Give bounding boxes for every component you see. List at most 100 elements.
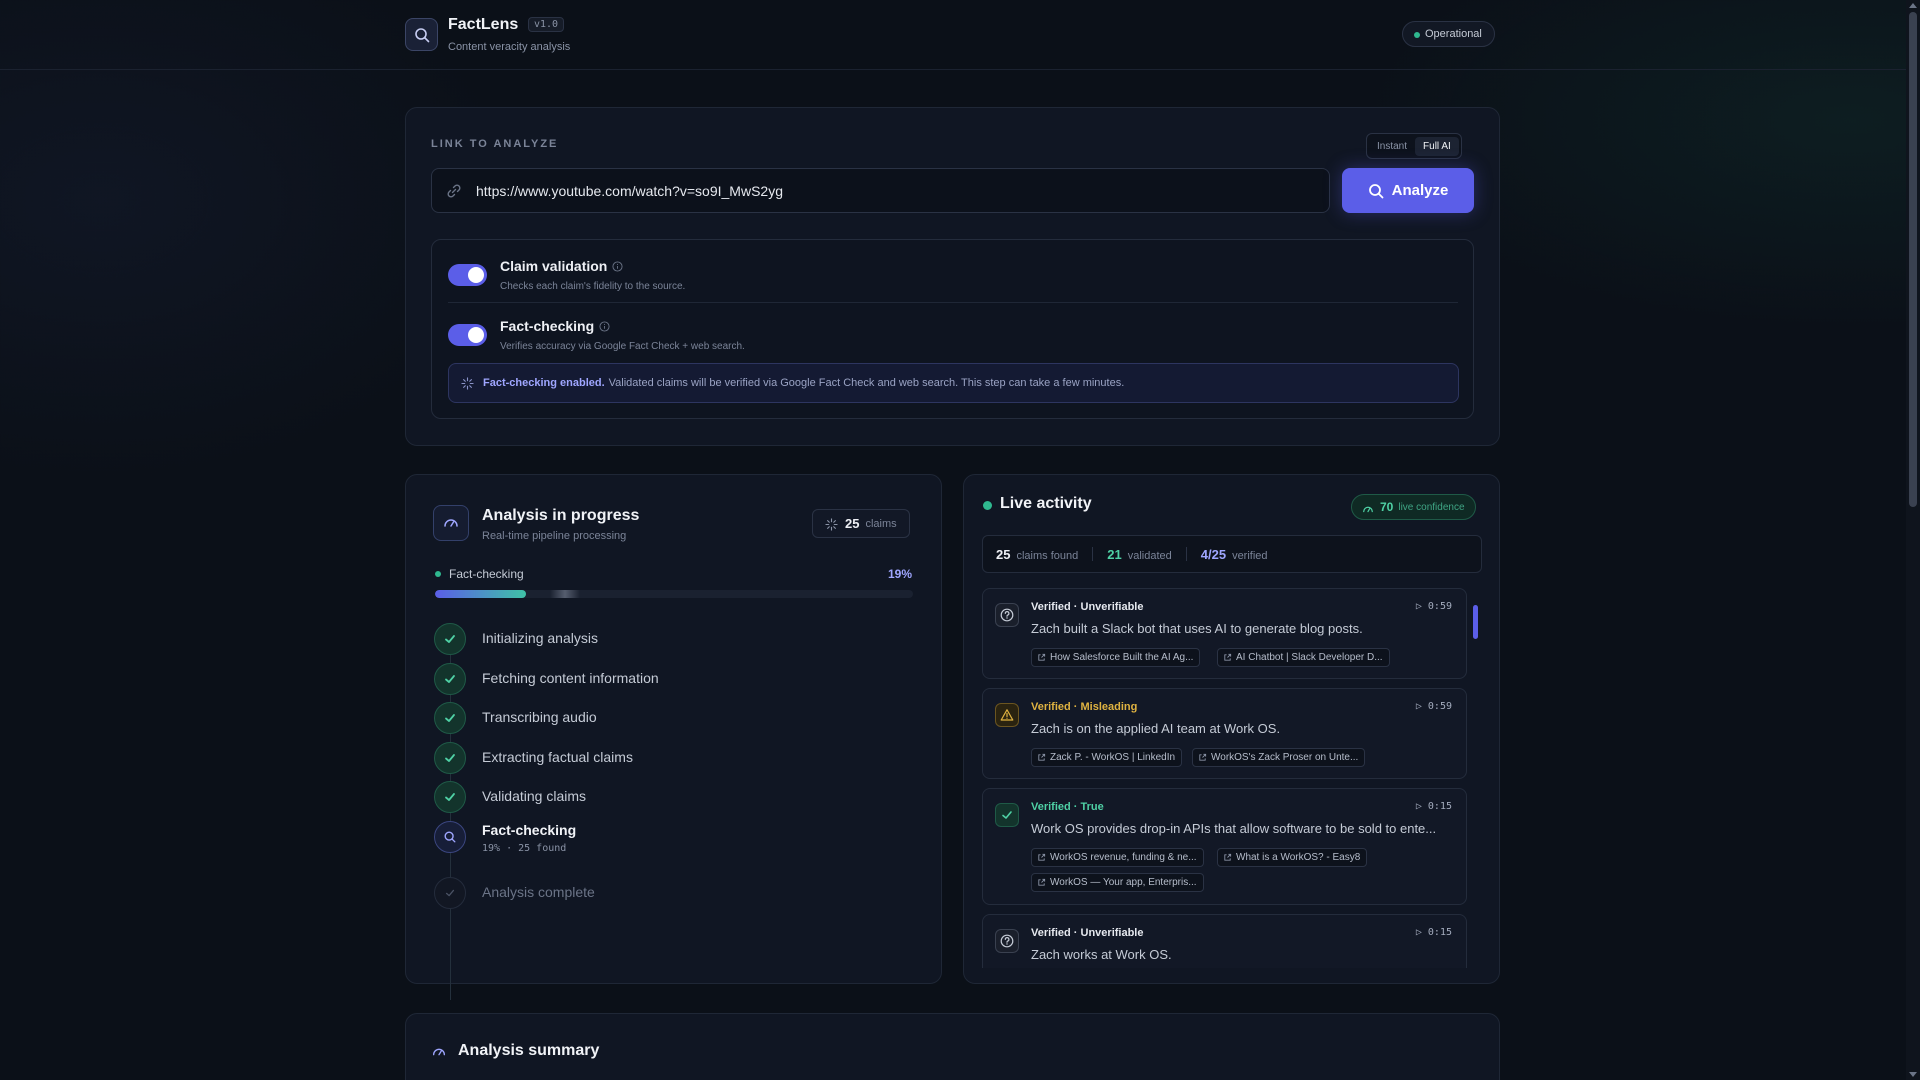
claim-text: Zach is on the applied AI team at Work O… <box>1031 721 1281 736</box>
stat-claims-found: 25 claims found <box>996 547 1094 562</box>
fact-checking-toggle[interactable] <box>448 324 487 346</box>
feed-item[interactable]: Verified · True ▷ 0:15 Work OS provides … <box>982 788 1467 905</box>
analysis-progress-card: Analysis in progress Real-time pipeline … <box>405 474 942 1000</box>
link-label: LINK TO ANALYZE <box>431 138 559 150</box>
timestamp-link[interactable]: ▷ 0:59 <box>1416 601 1452 612</box>
progress-title: Analysis in progress <box>482 507 640 524</box>
step-extracting: Extracting factual claims <box>434 742 914 776</box>
status-dot-icon <box>1414 32 1420 38</box>
external-link-icon <box>1037 878 1046 890</box>
stat-validated: 21 validated <box>1107 547 1187 562</box>
check-icon <box>434 742 466 774</box>
page-scrollbar-thumb[interactable] <box>1909 12 1917 507</box>
check-icon <box>434 877 466 909</box>
gauge-icon <box>433 505 469 541</box>
question-icon <box>995 929 1019 953</box>
step-fetching: Fetching content information <box>434 663 914 697</box>
claims-count-badge: 25 claims <box>812 509 910 538</box>
step-label: Initializing analysis <box>482 630 598 646</box>
analyze-button[interactable]: Analyze <box>1342 168 1474 213</box>
link-icon <box>446 183 462 204</box>
step-meta: 19% · 25 found <box>482 843 567 854</box>
url-input[interactable] <box>476 169 1316 212</box>
notice-bold: Fact-checking enabled. <box>483 377 605 389</box>
info-icon[interactable] <box>599 319 610 335</box>
stats-bar: 25 claims found 21 validated 4/25 verified <box>982 535 1482 573</box>
confidence-label: live confidence <box>1398 501 1465 513</box>
step-initializing: Initializing analysis <box>434 623 914 657</box>
live-dot-icon <box>983 501 992 510</box>
timestamp-link[interactable]: ▷ 0:59 <box>1416 701 1452 712</box>
current-phase: Fact-checking <box>435 567 524 581</box>
step-validating: Validating claims <box>434 781 914 815</box>
confidence-badge: 70 live confidence <box>1351 494 1476 520</box>
mode-instant[interactable]: Instant <box>1369 137 1415 156</box>
verdict-label: Verified · Unverifiable <box>1031 601 1144 613</box>
step-label: Analysis complete <box>482 884 595 900</box>
info-icon[interactable] <box>612 259 623 275</box>
page-scrollbar[interactable] <box>1906 0 1920 1080</box>
source-link[interactable]: WorkOS's Zack Proser on Unte... <box>1192 748 1366 767</box>
search-icon <box>434 821 466 853</box>
progress-bar-fill <box>435 590 526 598</box>
summary-title: Analysis summary <box>458 1042 600 1059</box>
link-input-card: LINK TO ANALYZE Instant Full AI Analyze … <box>405 107 1500 446</box>
status-badge: Operational <box>1402 21 1495 47</box>
timestamp-link[interactable]: ▷ 0:15 <box>1416 801 1452 812</box>
app-subtitle: Content veracity analysis <box>448 41 571 53</box>
claims-label: claims <box>865 517 897 530</box>
step-label: Validating claims <box>482 788 587 804</box>
claim-validation-desc: Checks each claim's fidelity to the sour… <box>500 281 686 292</box>
app-header: FactLens v1.0 Content veracity analysis … <box>0 0 1906 70</box>
notice-text: Validated claims will be verified via Go… <box>608 377 1125 389</box>
feed-item[interactable]: Verified · Unverifiable ▷ 0:15 Zach work… <box>982 914 1467 968</box>
progress-bar <box>435 590 913 598</box>
check-icon <box>434 623 466 655</box>
claim-validation-toggle[interactable] <box>448 264 487 286</box>
mode-toggle[interactable]: Instant Full AI <box>1366 133 1462 159</box>
verdict-label: Verified · Misleading <box>1031 701 1138 713</box>
claim-text: Work OS provides drop-in APIs that allow… <box>1031 821 1437 836</box>
step-fact-checking: Fact-checking 19% · 25 found <box>434 821 914 855</box>
version-badge: v1.0 <box>528 17 565 32</box>
external-link-icon <box>1037 753 1046 765</box>
feed-item[interactable]: Verified · Misleading ▷ 0:59 Zach is on … <box>982 688 1467 779</box>
warning-icon <box>995 703 1019 727</box>
external-link-icon <box>1037 653 1046 665</box>
check-icon <box>434 663 466 695</box>
sparkle-icon <box>825 518 838 536</box>
source-link[interactable]: AI Chatbot | Slack Developer D... <box>1217 648 1390 667</box>
search-icon <box>1368 183 1384 198</box>
external-link-icon <box>1037 853 1046 865</box>
scroll-up-arrow-icon[interactable] <box>1909 3 1917 8</box>
feed-item[interactable]: Verified · Unverifiable ▷ 0:59 Zach buil… <box>982 588 1467 679</box>
source-link[interactable]: WorkOS revenue, funding & ne... <box>1031 848 1204 867</box>
step-complete: Analysis complete <box>434 877 914 911</box>
timestamp-link[interactable]: ▷ 0:15 <box>1416 927 1452 938</box>
external-link-icon <box>1223 653 1232 665</box>
live-activity-card: Live activity 70 live confidence 25 claim… <box>963 474 1500 984</box>
step-transcribing: Transcribing audio <box>434 702 914 736</box>
gauge-icon <box>1362 502 1374 520</box>
step-label: Extracting factual claims <box>482 749 633 765</box>
check-icon <box>995 803 1019 827</box>
step-label: Transcribing audio <box>482 709 597 725</box>
source-link[interactable]: What is a WorkOS? - Easy8 <box>1217 848 1368 867</box>
source-link[interactable]: How Salesforce Built the AI Ag... <box>1031 648 1201 667</box>
feed-scrollbar[interactable] <box>1473 593 1478 963</box>
source-link[interactable]: Zack P. - WorkOS | LinkedIn <box>1031 748 1183 767</box>
source-link[interactable]: WorkOS — Your app, Enterpris... <box>1031 873 1204 892</box>
fact-checking-notice: Fact-checking enabled. Validated claims … <box>448 363 1459 403</box>
url-field[interactable] <box>431 168 1330 213</box>
confidence-value: 70 <box>1380 500 1394 514</box>
activity-feed[interactable]: Verified · Unverifiable ▷ 0:59 Zach buil… <box>982 588 1469 968</box>
progress-subtitle: Real-time pipeline processing <box>482 530 627 542</box>
check-icon <box>434 702 466 734</box>
feed-scrollbar-thumb[interactable] <box>1473 605 1478 639</box>
divider <box>448 302 1458 303</box>
mode-full-ai[interactable]: Full AI <box>1415 136 1459 156</box>
claim-text: Zach built a Slack bot that uses AI to g… <box>1031 621 1363 636</box>
scroll-down-arrow-icon[interactable] <box>1909 1072 1917 1077</box>
claim-text: Zach works at Work OS. <box>1031 947 1172 962</box>
fact-checking-desc: Verifies accuracy via Google Fact Check … <box>500 341 745 352</box>
